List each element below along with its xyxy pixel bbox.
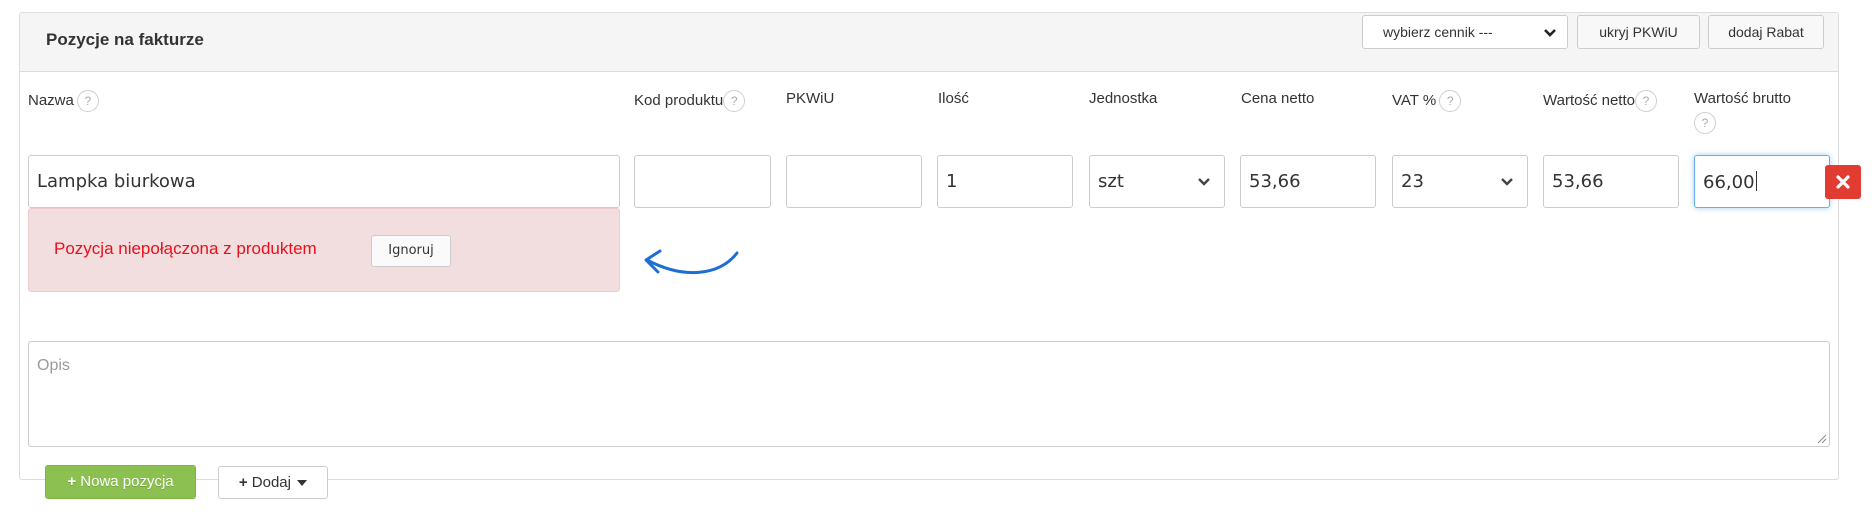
column-label: Jednostka bbox=[1089, 90, 1158, 107]
column-header-net-price: Cena netto bbox=[1241, 90, 1314, 107]
net-value-input[interactable]: 53,66 bbox=[1543, 155, 1679, 208]
column-header-product-code: Kod produktu? bbox=[634, 90, 746, 112]
plus-icon: + bbox=[238, 474, 248, 491]
column-label: Kod produktu bbox=[634, 91, 724, 109]
column-label: Ilość bbox=[938, 90, 969, 107]
column-header-quantity: Ilość bbox=[938, 90, 969, 107]
column-label: Wartość netto bbox=[1543, 91, 1635, 109]
quantity-input[interactable]: 1 bbox=[937, 155, 1073, 208]
curved-arrow-icon bbox=[644, 249, 739, 275]
close-icon bbox=[1836, 175, 1850, 189]
column-header-unit: Jednostka bbox=[1089, 90, 1157, 107]
ignore-button[interactable]: Ignoruj bbox=[371, 235, 451, 267]
panel-title: Pozycje na fakturze bbox=[46, 30, 204, 49]
item-name-input[interactable]: Lampka biurkowa bbox=[28, 155, 620, 208]
pkwiu-input[interactable] bbox=[786, 155, 922, 208]
help-icon[interactable]: ? bbox=[723, 90, 746, 112]
resize-handle-icon[interactable] bbox=[1815, 432, 1827, 444]
gross-value-input[interactable]: 66,00 bbox=[1694, 155, 1830, 208]
net-price-input[interactable]: 53,66 bbox=[1240, 155, 1376, 208]
column-header-gross-value: Wartość brutto? bbox=[1694, 87, 1824, 135]
column-header-net-value: Wartość netto? bbox=[1543, 90, 1657, 112]
column-label: PKWiU bbox=[786, 90, 835, 107]
column-label: VAT % bbox=[1392, 91, 1437, 109]
help-icon[interactable]: ? bbox=[1439, 90, 1462, 112]
gross-value-text: 66,00 bbox=[1703, 172, 1755, 193]
delete-row-button[interactable] bbox=[1825, 165, 1861, 199]
alert-message: Pozycja niepołączona z produktem bbox=[54, 239, 317, 258]
add-discount-button[interactable]: dodaj Rabat bbox=[1708, 15, 1824, 49]
column-header-vat: VAT %? bbox=[1392, 90, 1462, 112]
pricelist-select[interactable]: wybierz cennik --- bbox=[1362, 15, 1568, 49]
new-item-label: Nowa pozycja bbox=[80, 473, 174, 490]
unlinked-product-alert: Pozycja niepołączona z produktem Ignoruj bbox=[28, 208, 620, 292]
new-item-button[interactable]: + Nowa pozycja bbox=[45, 465, 196, 499]
vat-select-value: 23 bbox=[1401, 171, 1424, 192]
chevron-down-icon bbox=[1501, 178, 1513, 186]
column-label: Cena netto bbox=[1241, 90, 1315, 107]
description-placeholder: Opis bbox=[37, 357, 70, 374]
help-icon[interactable]: ? bbox=[1634, 90, 1657, 112]
description-textarea[interactable]: Opis bbox=[28, 341, 1830, 447]
unit-select-value: szt bbox=[1098, 171, 1124, 192]
column-label: Nazwa bbox=[28, 91, 74, 109]
column-header-pkwiu: PKWiU bbox=[786, 90, 834, 107]
caret-down-icon bbox=[297, 480, 308, 487]
column-header-name: Nazwa? bbox=[28, 90, 99, 112]
help-icon[interactable]: ? bbox=[1694, 112, 1716, 135]
unit-select[interactable]: szt bbox=[1089, 155, 1225, 208]
help-icon[interactable]: ? bbox=[76, 90, 99, 112]
pricelist-select-value: wybierz cennik --- bbox=[1383, 24, 1493, 40]
hide-pkwiu-button[interactable]: ukryj PKWiU bbox=[1577, 15, 1700, 49]
add-dropdown-button[interactable]: + Dodaj bbox=[218, 466, 328, 499]
plus-icon: + bbox=[67, 473, 77, 490]
chevron-down-icon bbox=[1544, 29, 1556, 37]
text-cursor bbox=[1755, 171, 1757, 191]
chevron-down-icon bbox=[1198, 178, 1210, 186]
vat-select[interactable]: 23 bbox=[1392, 155, 1528, 208]
column-label: Wartość brutto bbox=[1694, 90, 1791, 107]
add-label: Dodaj bbox=[251, 474, 291, 491]
product-code-input[interactable] bbox=[634, 155, 771, 208]
